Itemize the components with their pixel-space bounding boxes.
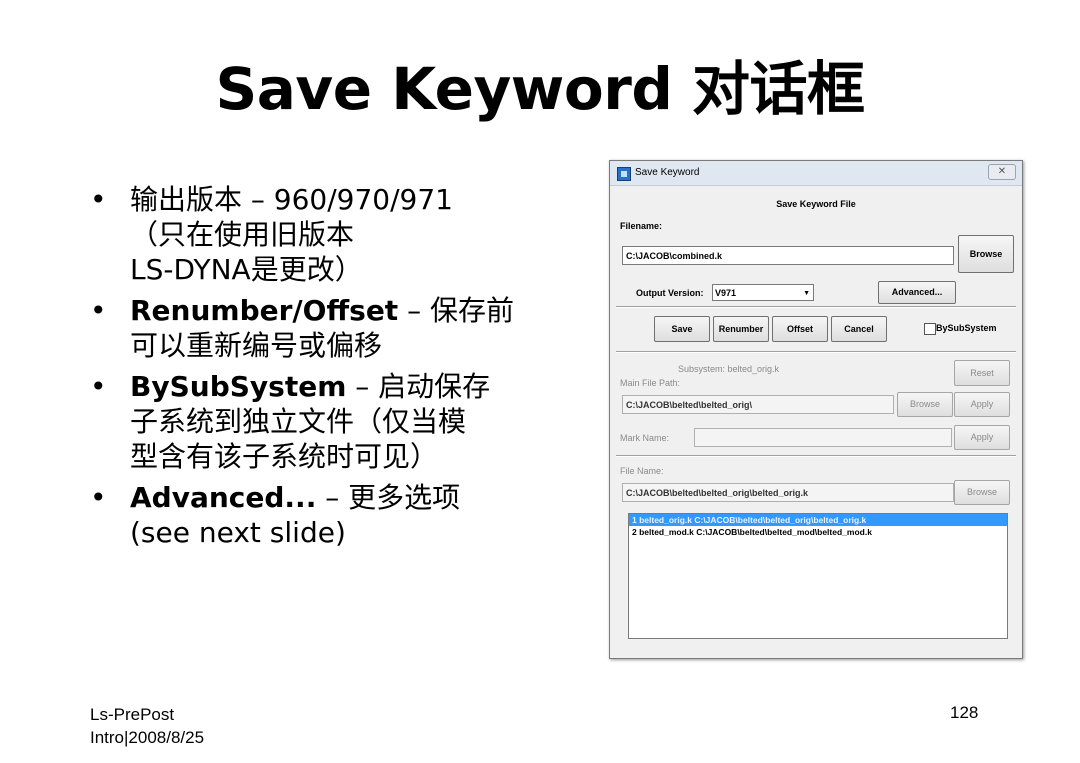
browse-path-button[interactable]: Browse (897, 392, 953, 417)
bullet-bold: BySubSystem (130, 370, 347, 403)
browse-file-button[interactable]: Browse (954, 480, 1010, 505)
footer-left: Ls-PrePost Intro|2008/8/25 (90, 703, 204, 749)
bullet-item: • Renumber/Offset – 保存前 可以重新编号或偏移 (90, 293, 560, 363)
bullet-line: – 更多选项 (316, 481, 461, 514)
save-button[interactable]: Save (654, 316, 710, 342)
list-item[interactable]: 1 belted_orig.k C:\JACOB\belted\belted_o… (629, 514, 1007, 526)
save-keyword-dialog: Save Keyword ✕ Save Keyword File Filenam… (609, 160, 1023, 659)
slide-title: Save Keyword 对话框 (215, 55, 865, 123)
chevron-down-icon: ▼ (803, 290, 810, 297)
main-file-path-input[interactable]: C:\JACOB\belted\belted_orig\ (622, 395, 894, 414)
mark-name-label: Mark Name: (620, 433, 670, 443)
dialog-title: Save Keyword (635, 167, 700, 178)
bullet-line: （只在使用旧版本 (130, 218, 355, 251)
footer-product: Ls-PrePost (90, 705, 175, 724)
bullet-bold: Advanced... (130, 481, 317, 514)
divider (616, 351, 1016, 353)
bullet-bold: Renumber/Offset (130, 294, 399, 327)
bullet-line: 输出版本 – 960/970/971 (130, 183, 453, 216)
bullet-line: LS‐DYNA是更改） (130, 253, 363, 286)
bullet-line: – 保存前 (398, 294, 514, 327)
bullet-item: • Advanced... – 更多选项 (see next slide) (90, 480, 560, 550)
bullet-dot: • (90, 481, 107, 514)
cancel-button[interactable]: Cancel (831, 316, 887, 342)
filename-input[interactable]: C:\JACOB\combined.k (622, 246, 954, 265)
footer-date: Intro|2008/8/25 (90, 728, 205, 747)
offset-button[interactable]: Offset (772, 316, 828, 342)
apply-mark-button[interactable]: Apply (954, 425, 1010, 450)
main-file-path-label: Main File Path: (620, 378, 681, 388)
bullet-line: (see next slide) (130, 516, 346, 549)
list-item[interactable]: 2 belted_mod.k C:\JACOB\belted\belted_mo… (629, 526, 1007, 538)
mark-name-input[interactable] (694, 428, 952, 447)
browse-button[interactable]: Browse (958, 235, 1014, 273)
bullet-line: 子系统到独立文件（仅当模 (130, 405, 467, 438)
advanced-button[interactable]: Advanced... (878, 281, 956, 304)
file-name-label: File Name: (620, 466, 664, 476)
output-version-value: V971 (715, 288, 737, 298)
filename-label: Filename: (620, 221, 663, 231)
bullet-dot: • (90, 370, 107, 403)
bysubsystem-label: BySubSystem (936, 323, 997, 333)
reset-button[interactable]: Reset (954, 360, 1010, 386)
close-button[interactable]: ✕ (988, 164, 1016, 180)
section-title: Save Keyword File (776, 199, 856, 209)
output-version-select[interactable]: V971 ▼ (712, 284, 814, 301)
file-name-input[interactable]: C:\JACOB\belted\belted_orig\belted_orig.… (622, 483, 954, 502)
divider (616, 455, 1016, 457)
bullet-item: • BySubSystem – 启动保存 子系统到独立文件（仅当模 型含有该子系… (90, 369, 560, 474)
subsystem-label: Subsystem: belted_orig.k (678, 364, 780, 374)
page-number: 128 (950, 703, 979, 722)
bullet-dot: • (90, 294, 107, 327)
bullet-line: – 启动保存 (346, 370, 491, 403)
apply-path-button[interactable]: Apply (954, 392, 1010, 417)
subsystem-list[interactable]: 1 belted_orig.k C:\JACOB\belted\belted_o… (628, 513, 1008, 639)
divider (616, 306, 1016, 308)
bysubsystem-checkbox[interactable] (924, 323, 936, 335)
bullet-item: • 输出版本 – 960/970/971 （只在使用旧版本 LS‐DYNA是更改… (90, 182, 560, 287)
bullet-list: • 输出版本 – 960/970/971 （只在使用旧版本 LS‐DYNA是更改… (90, 182, 560, 556)
dialog-titlebar[interactable]: Save Keyword ✕ (610, 161, 1022, 186)
dialog-body: Save Keyword File Filename: C:\JACOB\com… (616, 189, 1016, 652)
bullet-dot: • (90, 183, 107, 216)
app-icon (617, 167, 631, 181)
renumber-button[interactable]: Renumber (713, 316, 769, 342)
bullet-line: 型含有该子系统时可见） (130, 440, 439, 473)
output-version-label: Output Version: (636, 288, 704, 298)
bullet-line: 可以重新编号或偏移 (130, 329, 383, 362)
